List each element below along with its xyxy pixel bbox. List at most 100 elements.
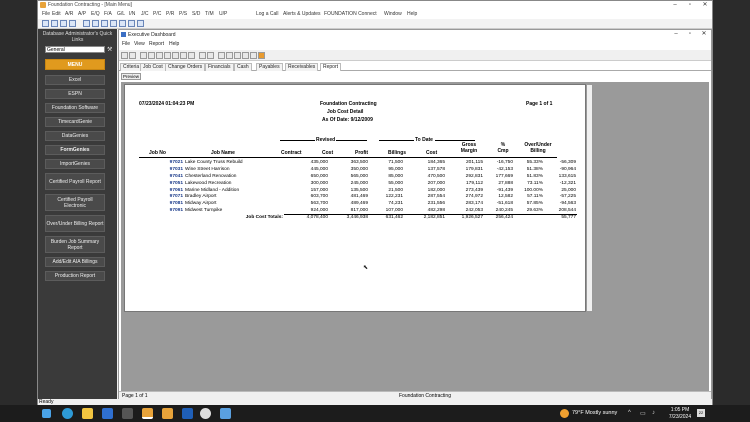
job-number-link[interactable]: 97021	[139, 159, 184, 166]
toolbar-print-icon[interactable]	[92, 20, 99, 27]
child-minimize-icon[interactable]: –	[669, 30, 683, 39]
clock-time[interactable]: 1:05 PM	[669, 407, 691, 413]
toolbar-list-icon[interactable]	[101, 20, 108, 27]
menu-gl[interactable]: G/L	[117, 11, 125, 17]
chrome-icon[interactable]	[200, 408, 211, 419]
toolbar-chart-icon[interactable]	[128, 20, 135, 27]
sidebar-item-certified-payroll-electronic[interactable]: Certified Payroll Electronic	[45, 194, 105, 211]
toolbar-table-icon[interactable]	[51, 20, 58, 27]
preview-tab[interactable]: Preview	[121, 73, 141, 80]
menu-pc[interactable]: P/C	[153, 11, 161, 17]
child-menu-view[interactable]: View	[134, 41, 145, 47]
maximize-icon[interactable]: ▫	[683, 1, 697, 10]
tab-report[interactable]: Report	[320, 63, 342, 71]
toolbar-report-icon[interactable]	[60, 20, 67, 27]
sidebar-item-importgenies[interactable]: ImportGenies	[45, 159, 105, 169]
tools-icon[interactable]	[188, 52, 195, 59]
windows-start-icon[interactable]	[42, 409, 51, 418]
menu-log-call[interactable]: Log a Call	[256, 11, 279, 17]
export-icon[interactable]	[140, 52, 147, 59]
file-explorer-icon[interactable]	[82, 408, 93, 419]
menu-pr[interactable]: P/R	[166, 11, 174, 17]
menu-connect[interactable]: FOUNDATION Connect	[324, 11, 377, 17]
menu-eq[interactable]: E/Q	[91, 11, 100, 17]
menu-fa[interactable]: F/A	[104, 11, 112, 17]
search-icon[interactable]	[172, 52, 179, 59]
sidebar-item-production-report[interactable]: Production Report	[45, 271, 105, 281]
zoom-icon[interactable]	[164, 52, 171, 59]
first-page-icon[interactable]	[121, 52, 128, 59]
toolbar-play-icon[interactable]	[69, 20, 76, 27]
sidebar-item-espn[interactable]: ESPN	[45, 89, 105, 99]
child-menu-file[interactable]: File	[122, 41, 130, 47]
sidebar-item-burden-job-summary[interactable]: Burden Job Summary Report	[45, 236, 105, 253]
job-number-link[interactable]: 97061	[139, 187, 184, 194]
close-icon[interactable]: ✕	[698, 1, 712, 10]
mail-icon[interactable]	[250, 52, 257, 59]
tab-receivables[interactable]: Receivables	[285, 63, 319, 71]
menu-jc[interactable]: J/C	[141, 11, 149, 17]
sidebar-item-timecardgenie[interactable]: TimecardGenie	[45, 117, 105, 127]
job-number-link[interactable]: 97091	[139, 207, 184, 214]
copy-icon[interactable]	[234, 52, 241, 59]
save-icon[interactable]	[242, 52, 249, 59]
sidebar-item-certified-payroll-report[interactable]: Certified Payroll Report	[45, 173, 105, 190]
job-number-link[interactable]: 97031	[139, 166, 184, 173]
group-tree-icon[interactable]	[199, 52, 206, 59]
page-icon[interactable]	[226, 52, 233, 59]
help-icon[interactable]	[258, 52, 265, 59]
tab-job-cost[interactable]: Job Cost	[140, 63, 166, 71]
toolbar-grid-icon[interactable]	[42, 20, 49, 27]
tab-cash[interactable]: Cash	[234, 63, 252, 71]
settings-icon[interactable]	[180, 52, 187, 59]
menu-ar[interactable]: A/R	[65, 11, 73, 17]
store-icon[interactable]	[102, 408, 113, 419]
menu-tm[interactable]: T/M	[205, 11, 214, 17]
menu-in[interactable]: I/N	[129, 11, 135, 17]
app-icon-b[interactable]	[220, 408, 231, 419]
child-close-icon[interactable]: ✕	[697, 30, 711, 39]
job-number-link[interactable]: 97081	[139, 200, 184, 207]
menu-file[interactable]: File	[42, 11, 50, 17]
toolbar-pin-icon[interactable]	[83, 20, 90, 27]
report-vertical-scrollbar[interactable]	[586, 84, 593, 312]
job-number-link[interactable]: 97041	[139, 173, 184, 180]
sidebar-item-aia-billings[interactable]: Add/Edit AIA Billings	[45, 257, 105, 267]
outlook-icon[interactable]	[182, 408, 193, 419]
edge-icon[interactable]	[62, 408, 73, 419]
toolbar-doc-icon[interactable]	[110, 20, 117, 27]
toolbar-mail-icon[interactable]	[137, 20, 144, 27]
tab-criteria[interactable]: Criteria	[120, 63, 143, 71]
tab-change-orders[interactable]: Change Orders	[165, 63, 206, 71]
toolbar-calc-icon[interactable]	[119, 20, 126, 27]
menu-edit[interactable]: Edit	[52, 11, 61, 17]
weather-text[interactable]: 79°F Mostly sunny	[572, 410, 617, 416]
sidebar-item-foundation-software[interactable]: Foundation Software	[45, 103, 105, 113]
network-icon[interactable]: ▭	[640, 410, 646, 417]
app-icon-a[interactable]	[122, 408, 133, 419]
sidebar-item-over-under-billing[interactable]: Over/Under Billing Report	[45, 215, 105, 232]
clock-date[interactable]: 7/23/2024	[667, 414, 693, 420]
wrench-icon[interactable]: ⚒	[107, 46, 112, 53]
menu-alerts[interactable]: Alerts & Updates	[283, 11, 321, 17]
child-menu-report[interactable]: Report	[149, 41, 164, 47]
job-number-link[interactable]: 97051	[139, 180, 184, 187]
lock-icon[interactable]	[218, 52, 225, 59]
sidebar-item-formgenies[interactable]: FormGenies	[45, 145, 105, 155]
tab-payables[interactable]: Payables	[256, 63, 283, 71]
sidebar-menu-button[interactable]: MENU	[45, 59, 105, 70]
minimize-icon[interactable]: –	[668, 1, 682, 10]
weather-icon[interactable]	[560, 409, 569, 418]
quick-links-select[interactable]: General	[45, 46, 105, 53]
tab-financials[interactable]: Financials	[205, 63, 234, 71]
tray-chevron-icon[interactable]: ^	[628, 410, 631, 416]
menu-ap[interactable]: A/P	[78, 11, 86, 17]
notification-badge[interactable]: 22	[697, 409, 705, 417]
menu-ps[interactable]: P/S	[179, 11, 187, 17]
menu-sd[interactable]: S/D	[192, 11, 200, 17]
menu-window[interactable]: Window	[384, 11, 402, 17]
print-icon[interactable]	[148, 52, 155, 59]
link-icon[interactable]	[207, 52, 214, 59]
foundation-taskbar-icon[interactable]	[142, 408, 153, 419]
volume-icon[interactable]: ♪	[652, 410, 655, 416]
